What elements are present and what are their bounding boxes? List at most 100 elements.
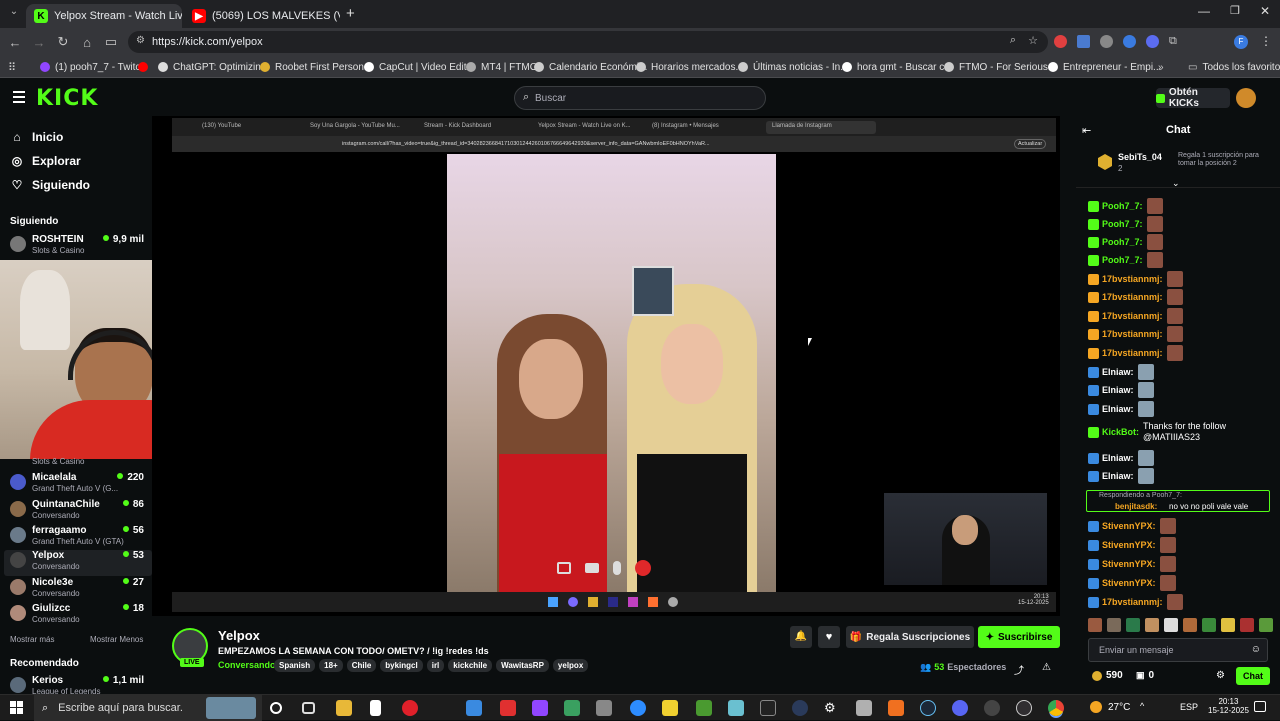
emoji-icon[interactable]: ☺ [1251, 644, 1261, 655]
tab-search-button[interactable]: ⌄ [6, 6, 22, 22]
chat-username[interactable]: 17bvstiannmj: [1102, 329, 1163, 339]
chat-username[interactable]: 17bvstiannmj: [1102, 274, 1163, 284]
followed-channel[interactable]: QuintanaChile Conversando 86 [10, 499, 148, 525]
subscribe-button[interactable]: ✦ Suscribirse [978, 626, 1060, 648]
follow-heart-button[interactable]: ♥ [818, 626, 840, 648]
extension-icon[interactable] [1146, 35, 1159, 48]
chat-username[interactable]: 17bvstiannmj: [1102, 311, 1163, 321]
discord-icon[interactable] [952, 700, 968, 716]
tag[interactable]: yelpox [552, 659, 589, 672]
chat-username[interactable]: 17bvstiannmj: [1102, 292, 1163, 302]
share-icon[interactable]: ⤴ [1014, 662, 1024, 677]
report-icon[interactable]: ⚠ [1042, 662, 1051, 673]
tag[interactable]: Spanish [274, 659, 316, 672]
chat-username[interactable]: StivennYPX: [1102, 521, 1156, 531]
windows-start-icon[interactable] [10, 701, 23, 714]
side-panel-button[interactable]: ▭ [102, 33, 120, 51]
chat-username[interactable]: Elniaw: [1102, 367, 1134, 377]
forward-button[interactable]: → [30, 33, 48, 51]
chat-username[interactable]: 17bvstiannmj: [1102, 597, 1163, 607]
chrome-icon[interactable] [1048, 700, 1064, 716]
followed-channel[interactable]: Giulizcc Conversando 18 [10, 603, 148, 629]
minimize-button[interactable]: — [1198, 4, 1210, 18]
tag[interactable]: kickchile [448, 659, 493, 672]
emote-icon[interactable] [1221, 618, 1235, 632]
extension-icon[interactable] [1077, 35, 1090, 48]
profile-avatar[interactable]: F [1234, 35, 1248, 49]
chat-username[interactable]: StivennYPX: [1102, 540, 1156, 550]
chat-username[interactable]: Pooh7_7: [1102, 201, 1143, 211]
emote-icon[interactable] [1202, 618, 1216, 632]
chat-settings-icon[interactable]: ⚙ [1216, 670, 1225, 681]
search-input[interactable]: ⌕ Buscar [514, 86, 766, 110]
app-icon[interactable] [856, 700, 872, 716]
chat-username[interactable]: Pooh7_7: [1102, 255, 1143, 265]
settings-icon[interactable]: ⚙ [824, 700, 840, 716]
address-bar[interactable]: ⚙ https://kick.com/yelpox ⌕ ☆ [128, 31, 1048, 53]
kicks-balance[interactable]: 590 [1092, 670, 1123, 681]
restore-button[interactable]: ❐ [1230, 4, 1240, 17]
opera-icon[interactable] [402, 700, 418, 716]
channel-name[interactable]: Yelpox [218, 628, 260, 643]
app-icon[interactable] [500, 700, 516, 716]
emote-icon[interactable] [1145, 618, 1159, 632]
sticky-notes-icon[interactable] [662, 700, 678, 716]
bookmark-item[interactable]: FTMO - For Serious... [944, 59, 1056, 75]
app-icon[interactable] [564, 700, 580, 716]
extension-icon[interactable] [1054, 35, 1067, 48]
chat-username[interactable]: Pooh7_7: [1102, 237, 1143, 247]
user-avatar[interactable] [1236, 88, 1256, 108]
app-icon[interactable] [728, 700, 744, 716]
followed-channel[interactable]: Micaelala Grand Theft Auto V (G... 220 [10, 472, 148, 498]
nav-home[interactable]: ⌂ Inicio [10, 130, 63, 144]
chat-username[interactable]: Elniaw: [1102, 404, 1134, 414]
emote-icon[interactable] [1107, 618, 1121, 632]
bookmark-item[interactable]: MT4 | FTMO [466, 59, 537, 75]
chat-username[interactable]: 17bvstiannmj: [1102, 348, 1163, 358]
extension-icon[interactable] [1100, 35, 1113, 48]
emote-icon[interactable] [1088, 618, 1102, 632]
taskbar-search[interactable]: ⌕ Escribe aquí para buscar. [34, 695, 262, 721]
back-button[interactable]: ← [6, 33, 24, 51]
tag[interactable]: 18+ [319, 659, 343, 672]
send-chat-button[interactable]: Chat [1236, 667, 1270, 685]
bookmark-item[interactable]: Horarios mercados... [636, 59, 744, 75]
extension-icon[interactable] [1123, 35, 1136, 48]
chat-username[interactable]: Elniaw: [1102, 453, 1134, 463]
emote-icon[interactable] [1164, 618, 1178, 632]
app-icon[interactable] [984, 700, 1000, 716]
tag[interactable]: irl [426, 659, 445, 672]
bookmark-item[interactable]: (1) pooh7_7 - Twitch [40, 59, 146, 75]
emote-icon[interactable] [1259, 618, 1273, 632]
chat-username[interactable]: Pooh7_7: [1102, 219, 1143, 229]
nav-browse[interactable]: ◎ Explorar [10, 154, 81, 168]
lang-indicator[interactable]: ESP [1180, 702, 1198, 712]
tag[interactable]: WawitasRP [496, 659, 549, 672]
app-icon[interactable] [466, 700, 482, 716]
nav-following[interactable]: ♡ Siguiendo [10, 178, 90, 192]
weather[interactable]: 27°C [1090, 701, 1130, 713]
bookmark-item[interactable]: hora gmt - Buscar c... [842, 59, 953, 75]
bookmark-item[interactable]: Últimas noticias - In... [738, 59, 849, 75]
more-bookmarks-icon[interactable]: » [1158, 59, 1164, 75]
all-bookmarks[interactable]: ▭ Todos los favoritos [1188, 59, 1280, 75]
tag[interactable]: Chile [346, 659, 377, 672]
stream-category[interactable]: Conversando [218, 660, 276, 670]
chat-username[interactable]: Elniaw: [1102, 471, 1134, 481]
file-icon[interactable] [370, 700, 381, 716]
chat-username[interactable]: KickBot: [1102, 427, 1139, 437]
app-icon[interactable] [760, 700, 776, 716]
bookmark-item[interactable]: Calendario Económi... [534, 59, 647, 75]
gift-counter[interactable]: ▣ 0 [1136, 670, 1154, 681]
app-icon[interactable] [596, 700, 612, 716]
cortana-icon[interactable] [270, 702, 282, 714]
minecraft-icon[interactable] [696, 700, 712, 716]
puzzle-icon[interactable]: ⧉ [1169, 35, 1177, 49]
app-icon[interactable] [792, 700, 808, 716]
site-info-icon[interactable]: ⚙ [136, 35, 145, 46]
tag[interactable]: bykingcl [380, 659, 423, 672]
video-player[interactable]: (130) YouTube Soy Una Gargola - YouTube … [152, 116, 1060, 616]
kick-logo[interactable]: KICK [36, 86, 98, 111]
chat-username[interactable]: StivennYPX: [1102, 559, 1156, 569]
tray-chevron-icon[interactable]: ^ [1140, 701, 1144, 711]
